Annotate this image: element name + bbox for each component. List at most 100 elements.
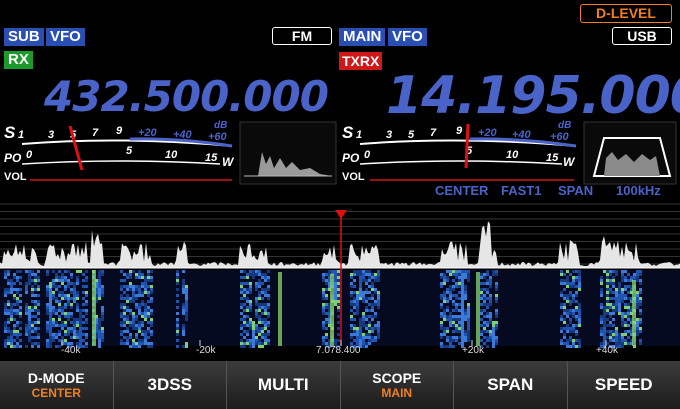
- sub-frequency-display[interactable]: 432.500.000: [44, 72, 329, 121]
- waterfall-cell: [135, 297, 138, 300]
- waterfall-cell: [7, 270, 10, 273]
- waterfall-cell: [609, 297, 612, 300]
- waterfall-cell: [606, 288, 609, 291]
- waterfall-cell: [464, 288, 467, 291]
- waterfall-cell: [452, 303, 455, 306]
- waterfall-cell: [141, 321, 144, 324]
- waterfall-cell: [377, 273, 380, 276]
- waterfall-cell: [603, 321, 606, 324]
- waterfall-cell: [443, 315, 446, 318]
- waterfall-cell: [147, 291, 150, 294]
- waterfall-cell: [182, 279, 185, 282]
- waterfall-cell: [85, 279, 88, 282]
- waterfall-cell: [569, 300, 572, 303]
- waterfall-cell: [252, 336, 255, 339]
- waterfall-cell: [120, 270, 123, 273]
- waterfall-cell: [461, 336, 464, 339]
- waterfall-cell: [639, 270, 642, 273]
- waterfall-cell: [609, 282, 612, 285]
- waterfall-cell: [264, 276, 267, 279]
- sub-mode-fm-badge[interactable]: FM: [272, 27, 332, 45]
- waterfall-cell: [612, 336, 615, 339]
- waterfall-cell: [243, 294, 246, 297]
- main-mode-usb-badge[interactable]: USB: [612, 27, 672, 45]
- waterfall-cell: [120, 342, 123, 345]
- waterfall-cell: [10, 288, 13, 291]
- multi-softkey[interactable]: MULTI: [227, 361, 341, 409]
- waterfall-cell: [138, 273, 141, 276]
- waterfall-cell: [575, 276, 578, 279]
- waterfall-cell: [46, 321, 49, 324]
- waterfall-cell: [560, 339, 563, 342]
- waterfall-cell: [37, 312, 40, 315]
- waterfall-cell: [578, 276, 581, 279]
- waterfall-cell: [267, 306, 270, 309]
- waterfall-cell: [359, 339, 362, 342]
- waterfall-cell: [362, 318, 365, 321]
- waterfall-cell: [49, 321, 52, 324]
- d-mode-softkey[interactable]: D-MODE CENTER: [0, 361, 114, 409]
- waterfall-cell: [455, 303, 458, 306]
- waterfall-cell: [575, 300, 578, 303]
- waterfall-cell: [609, 312, 612, 315]
- main-vfo-badge[interactable]: VFO: [388, 28, 427, 46]
- waterfall-cell: [569, 291, 572, 294]
- waterfall-cell: [138, 294, 141, 297]
- waterfall-cell: [578, 345, 581, 348]
- waterfall-cell: [243, 336, 246, 339]
- waterfall-cell: [49, 333, 52, 336]
- waterfall-cell: [362, 294, 365, 297]
- speed-softkey[interactable]: SPEED: [568, 361, 680, 409]
- waterfall-cell: [572, 294, 575, 297]
- waterfall-cell: [49, 303, 52, 306]
- sub-vfo-badge[interactable]: VFO: [46, 28, 85, 46]
- waterfall-cell: [182, 312, 185, 315]
- waterfall-cell: [4, 303, 7, 306]
- 3dss-softkey[interactable]: 3DSS: [114, 361, 227, 409]
- main-frequency-display[interactable]: 14.195.000: [386, 66, 680, 126]
- waterfall-cell: [10, 336, 13, 339]
- waterfall-cell: [495, 312, 498, 315]
- waterfall-cell: [331, 270, 334, 273]
- waterfall-cell: [64, 306, 67, 309]
- waterfall-cell: [34, 276, 37, 279]
- waterfall-cell: [486, 297, 489, 300]
- waterfall-cell: [563, 321, 566, 324]
- sub-po-5: 5: [126, 145, 133, 157]
- waterfall-cell: [10, 306, 13, 309]
- waterfall-cell: [176, 273, 179, 276]
- waterfall-cell: [455, 327, 458, 330]
- waterfall-cell: [19, 270, 22, 273]
- waterfall-cell: [633, 273, 636, 276]
- waterfall-cell: [249, 291, 252, 294]
- waterfall-cell: [627, 279, 630, 282]
- waterfall-cell: [64, 276, 67, 279]
- waterfall-cell: [337, 288, 340, 291]
- waterfall-cell: [575, 294, 578, 297]
- waterfall-cell: [365, 282, 368, 285]
- waterfall-cell: [636, 273, 639, 276]
- waterfall-cell: [28, 330, 31, 333]
- waterfall-cell: [449, 324, 452, 327]
- waterfall-cell: [98, 342, 101, 345]
- waterfall-streak: [92, 270, 96, 346]
- waterfall-cell: [578, 285, 581, 288]
- d-level-button[interactable]: D-LEVEL: [580, 4, 672, 23]
- waterfall-cell: [138, 345, 141, 348]
- waterfall-cell: [70, 336, 73, 339]
- waterfall-cell: [76, 282, 79, 285]
- waterfall-cell: [70, 327, 73, 330]
- waterfall-cell: [449, 318, 452, 321]
- spectrum-scope[interactable]: [0, 200, 680, 360]
- waterfall-cell: [150, 297, 153, 300]
- waterfall-cell: [455, 324, 458, 327]
- waterfall-cell: [563, 309, 566, 312]
- waterfall-cell: [255, 270, 258, 273]
- scope-softkey[interactable]: SCOPE MAIN: [341, 361, 454, 409]
- waterfall-cell: [636, 294, 639, 297]
- waterfall-cell: [371, 330, 374, 333]
- waterfall-cell: [98, 273, 101, 276]
- waterfall-cell: [452, 315, 455, 318]
- span-softkey[interactable]: SPAN: [454, 361, 568, 409]
- waterfall-cell: [464, 318, 467, 321]
